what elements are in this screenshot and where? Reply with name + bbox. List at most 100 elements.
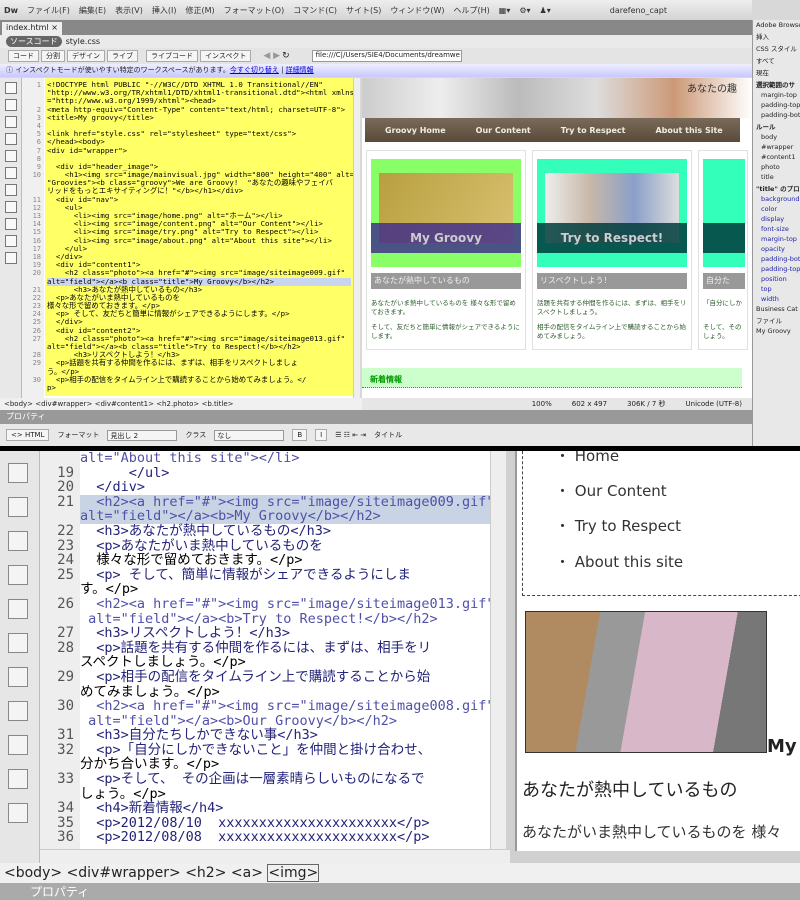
- css-panel-item[interactable]: display: [753, 214, 800, 224]
- card-caption[interactable]: [703, 223, 745, 253]
- css-panel-item[interactable]: #wrapper: [753, 142, 800, 152]
- syntax-error-icon[interactable]: [5, 218, 17, 230]
- layout-icon[interactable]: ▦▾: [499, 6, 511, 15]
- comment-icon[interactable]: [8, 565, 28, 585]
- italic-button[interactable]: I: [315, 429, 328, 441]
- css-panel-item[interactable]: padding-top: [753, 100, 800, 110]
- nav-try-to-respect[interactable]: Try to Respect: [561, 126, 626, 135]
- css-panel-item[interactable]: opacity: [753, 244, 800, 254]
- word-wrap-icon[interactable]: [5, 201, 17, 213]
- live-code-button[interactable]: ライブコード: [146, 50, 198, 62]
- tag-a[interactable]: <a>: [231, 865, 263, 881]
- nav-groovy-home[interactable]: Groovy Home: [385, 126, 446, 135]
- css-panel-item[interactable]: padding-top: [753, 264, 800, 274]
- css-panel-item[interactable]: "title" のプロ: [753, 182, 800, 194]
- tag-selector[interactable]: <body> <div#wrapper> <div#content1> <h2.…: [0, 398, 362, 410]
- css-panel-item[interactable]: ルール: [753, 120, 800, 132]
- gear-icon[interactable]: ⚙▾: [519, 6, 530, 15]
- design-pane[interactable]: あなたの趣 Groovy Home Our Content Try to Res…: [362, 78, 752, 398]
- refresh-icon[interactable]: ↻: [282, 51, 290, 61]
- css-panel-item[interactable]: photo: [753, 162, 800, 172]
- nav-item[interactable]: ・ Try to Respect: [555, 515, 681, 536]
- recent-snippets-icon[interactable]: [8, 667, 28, 687]
- css-panel-item[interactable]: #content1: [753, 152, 800, 162]
- word-wrap-icon[interactable]: [8, 497, 28, 517]
- code-editor[interactable]: <!DOCTYPE html PUBLIC "-//W3C//DTD XHTML…: [45, 78, 353, 396]
- css-panel-item[interactable]: My Groovy: [753, 326, 800, 336]
- css-panel-item[interactable]: Business Cat: [753, 304, 800, 314]
- collapse-tag-icon[interactable]: [5, 99, 17, 111]
- css-panel-item[interactable]: margin-top: [753, 234, 800, 244]
- code-editor-zoomed[interactable]: alt="About this site"></li> </ul> </div>…: [80, 451, 490, 863]
- class-select[interactable]: なし: [214, 429, 285, 441]
- expand-all-icon[interactable]: [5, 133, 17, 145]
- related-file-style-css[interactable]: style.css: [66, 37, 100, 46]
- user-icon[interactable]: ♟▾: [540, 6, 551, 15]
- tag-body[interactable]: <body>: [4, 865, 62, 881]
- tab-index-html[interactable]: index.html ×: [2, 22, 62, 35]
- window-size[interactable]: 602 x 497: [572, 398, 607, 410]
- css-panel-item[interactable]: padding-bot: [753, 254, 800, 264]
- code-scrollbar[interactable]: [490, 451, 506, 863]
- menu-view[interactable]: 表示(V): [115, 5, 143, 16]
- nav-item[interactable]: ・ Home: [555, 451, 619, 466]
- list-icon[interactable]: ☰ ☷ ⇤ ⇥: [335, 431, 366, 439]
- code-view-button[interactable]: コード: [8, 50, 39, 62]
- tag-h2[interactable]: <h2>: [185, 865, 226, 881]
- menu-commands[interactable]: コマンド(C): [293, 5, 337, 16]
- menu-insert[interactable]: 挿入(I): [152, 5, 177, 16]
- split-view-button[interactable]: 分割: [41, 50, 65, 62]
- menu-help[interactable]: ヘルプ(H): [454, 5, 490, 16]
- design-pane-zoomed[interactable]: ・ Home ・ Our Content ・ Try to Respect ・ …: [515, 451, 800, 851]
- bold-button[interactable]: B: [292, 429, 308, 441]
- css-panel-item[interactable]: ファイル: [753, 314, 800, 326]
- back-icon[interactable]: ◀ ▶: [263, 51, 280, 61]
- css-panel-item[interactable]: position: [753, 274, 800, 284]
- css-panel-item[interactable]: title: [753, 172, 800, 182]
- balance-braces-icon[interactable]: [5, 167, 17, 179]
- css-panel-item[interactable]: CSS スタイル: [753, 42, 800, 54]
- css-panel-item[interactable]: 選択範囲のサ: [753, 78, 800, 90]
- design-view-button[interactable]: デザイン: [67, 50, 105, 62]
- source-code-button[interactable]: ソースコード: [6, 36, 62, 47]
- css-panel-item[interactable]: font-size: [753, 224, 800, 234]
- css-panel-item[interactable]: 現在: [753, 66, 800, 78]
- horizontal-scrollbar[interactable]: [40, 849, 510, 863]
- select-parent-icon[interactable]: [5, 150, 17, 162]
- selected-image-siteimage009[interactable]: [525, 611, 767, 753]
- indent-icon[interactable]: [5, 252, 17, 264]
- css-panel-item[interactable]: color: [753, 204, 800, 214]
- html-mode-button[interactable]: <> HTML: [6, 429, 50, 441]
- inspect-button[interactable]: インスペクト: [200, 50, 252, 62]
- css-panel-item[interactable]: すべて: [753, 54, 800, 66]
- code-scrollbar[interactable]: [353, 78, 360, 398]
- balance-braces-icon[interactable]: [8, 463, 28, 483]
- properties-panel-title[interactable]: プロパティ: [0, 410, 752, 424]
- css-panel-item[interactable]: top: [753, 284, 800, 294]
- nav-item[interactable]: ・ Our Content: [555, 480, 667, 501]
- outdent-icon[interactable]: [8, 769, 28, 789]
- menu-edit[interactable]: 編集(E): [79, 5, 106, 16]
- css-panel-item[interactable]: Adobe Browse: [753, 20, 800, 30]
- menu-format[interactable]: フォーマット(O): [224, 5, 285, 16]
- tag-div-wrapper[interactable]: <div#wrapper>: [67, 865, 181, 881]
- css-panel-item[interactable]: 挿入: [753, 30, 800, 42]
- comment-icon[interactable]: [5, 235, 17, 247]
- nav-about[interactable]: About this Site: [655, 126, 722, 135]
- format-source-icon[interactable]: [8, 803, 28, 823]
- zoom-select[interactable]: 100%: [532, 398, 552, 410]
- collapse-selection-icon[interactable]: [5, 116, 17, 128]
- menu-modify[interactable]: 修正(M): [186, 5, 215, 16]
- css-panel-item[interactable]: background: [753, 194, 800, 204]
- tag-img-current[interactable]: <img>: [267, 864, 320, 882]
- close-icon[interactable]: ×: [51, 23, 58, 32]
- css-panel-item[interactable]: width: [753, 294, 800, 304]
- menu-window[interactable]: ウィンドウ(W): [390, 5, 444, 16]
- properties-panel-title[interactable]: プロパティ: [0, 883, 800, 900]
- open-documents-icon[interactable]: [5, 82, 17, 94]
- css-panel-item[interactable]: padding-bot: [753, 110, 800, 120]
- address-field[interactable]: file:///C|/Users/SIE4/Documents/dreamwe: [311, 50, 462, 62]
- live-view-button[interactable]: ライブ: [107, 50, 138, 62]
- indent-icon[interactable]: [8, 735, 28, 755]
- switch-now-link[interactable]: 今すぐ切り替え: [230, 66, 279, 74]
